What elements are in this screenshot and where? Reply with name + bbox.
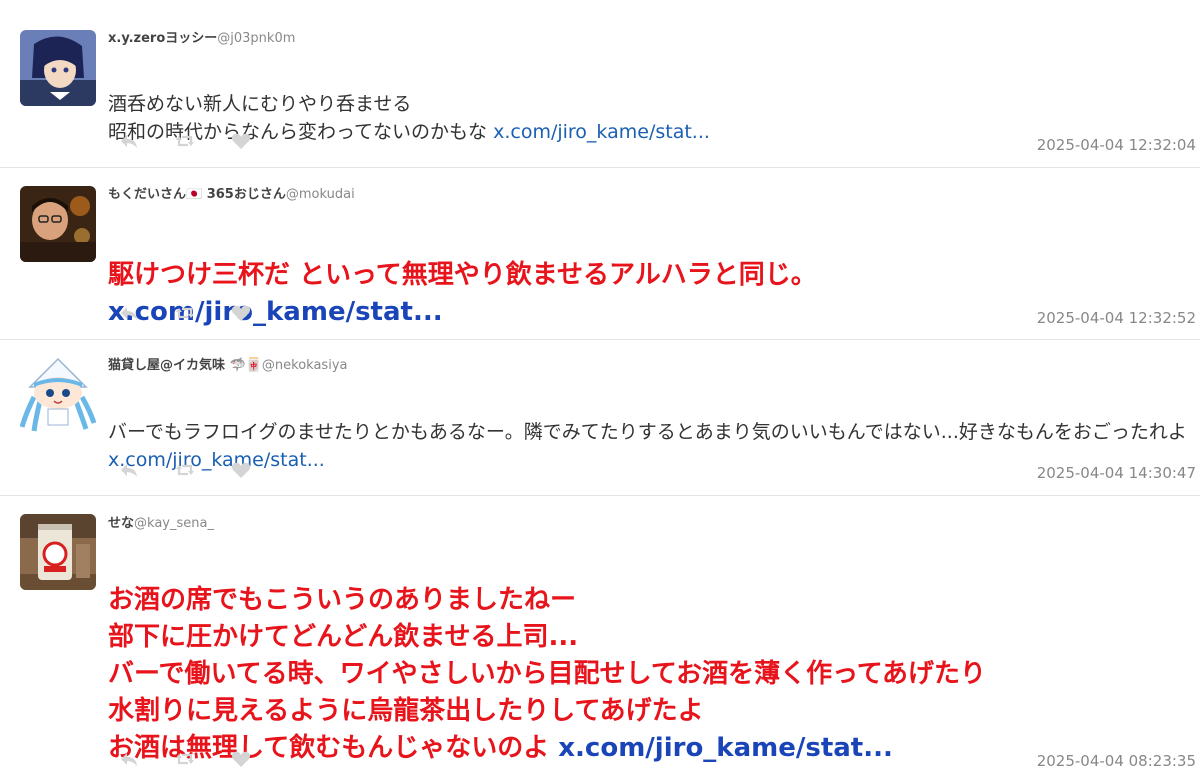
author-handle[interactable]: @j03pnk0m <box>217 31 295 46</box>
author-handle[interactable]: @kay_sena_ <box>134 516 214 531</box>
avatar[interactable] <box>20 514 96 590</box>
like-icon[interactable] <box>230 459 252 481</box>
avatar[interactable] <box>20 357 96 433</box>
tweet-author: 猫貸し屋@イカ気味 🦈🀄@nekokasiya <box>108 358 347 374</box>
tweet-text-content: バーでもラフロイグのませたりとかもあるなー。隣でみてたりするとあまり気のいいもん… <box>108 421 1187 443</box>
retweet-icon[interactable] <box>174 130 196 152</box>
tweet-text: お酒の席でもこういうのありましたねー 部下に圧かけてどんどん飲ませる上司... … <box>108 545 1193 767</box>
divider <box>0 495 1200 496</box>
author-display-name[interactable]: もくだいさん🇯🇵 365おじさん <box>108 187 286 202</box>
retweet-icon[interactable] <box>174 748 196 770</box>
divider <box>0 339 1200 340</box>
tweet-timestamp[interactable]: 2025-04-04 08:23:35 <box>1037 752 1196 770</box>
avatar[interactable] <box>20 30 96 106</box>
tweet-timestamp[interactable]: 2025-04-04 12:32:52 <box>1037 309 1196 327</box>
tweet-actions <box>118 130 286 152</box>
divider <box>0 167 1200 168</box>
tweet-link[interactable]: x.com/jiro_kame/stat... <box>558 733 893 763</box>
tweet-link[interactable]: x.com/jiro_kame/stat... <box>493 121 710 143</box>
tweet-actions <box>118 459 286 481</box>
retweet-icon[interactable] <box>174 459 196 481</box>
author-handle[interactable]: @mokudai <box>286 187 355 202</box>
author-display-name[interactable]: x.y.zeroヨッシー <box>108 31 217 46</box>
reply-icon[interactable] <box>118 130 140 152</box>
reply-icon[interactable] <box>118 459 140 481</box>
like-icon[interactable] <box>230 130 252 152</box>
like-icon[interactable] <box>230 302 252 324</box>
avatar[interactable] <box>20 186 96 262</box>
tweet-actions <box>118 302 286 324</box>
tweet-actions <box>118 748 286 770</box>
reply-icon[interactable] <box>118 748 140 770</box>
tweet-author: x.y.zeroヨッシー@j03pnk0m <box>108 31 295 47</box>
author-handle[interactable]: @nekokasiya <box>262 358 348 373</box>
tweet-timestamp[interactable]: 2025-04-04 14:30:47 <box>1037 464 1196 482</box>
like-icon[interactable] <box>230 748 252 770</box>
retweet-icon[interactable] <box>174 302 196 324</box>
tweet-text-content: 駆けつけ三杯だ といって無理やり飲ませるアルハラと同じ。 <box>108 260 817 290</box>
author-display-name[interactable]: せな <box>108 516 134 531</box>
tweet-author: せな@kay_sena_ <box>108 516 214 532</box>
author-display-name[interactable]: 猫貸し屋@イカ気味 🦈🀄 <box>108 358 262 373</box>
tweet-timestamp[interactable]: 2025-04-04 12:32:04 <box>1037 136 1196 154</box>
reply-icon[interactable] <box>118 302 140 324</box>
tweet-author: もくだいさん🇯🇵 365おじさん@mokudai <box>108 187 355 203</box>
